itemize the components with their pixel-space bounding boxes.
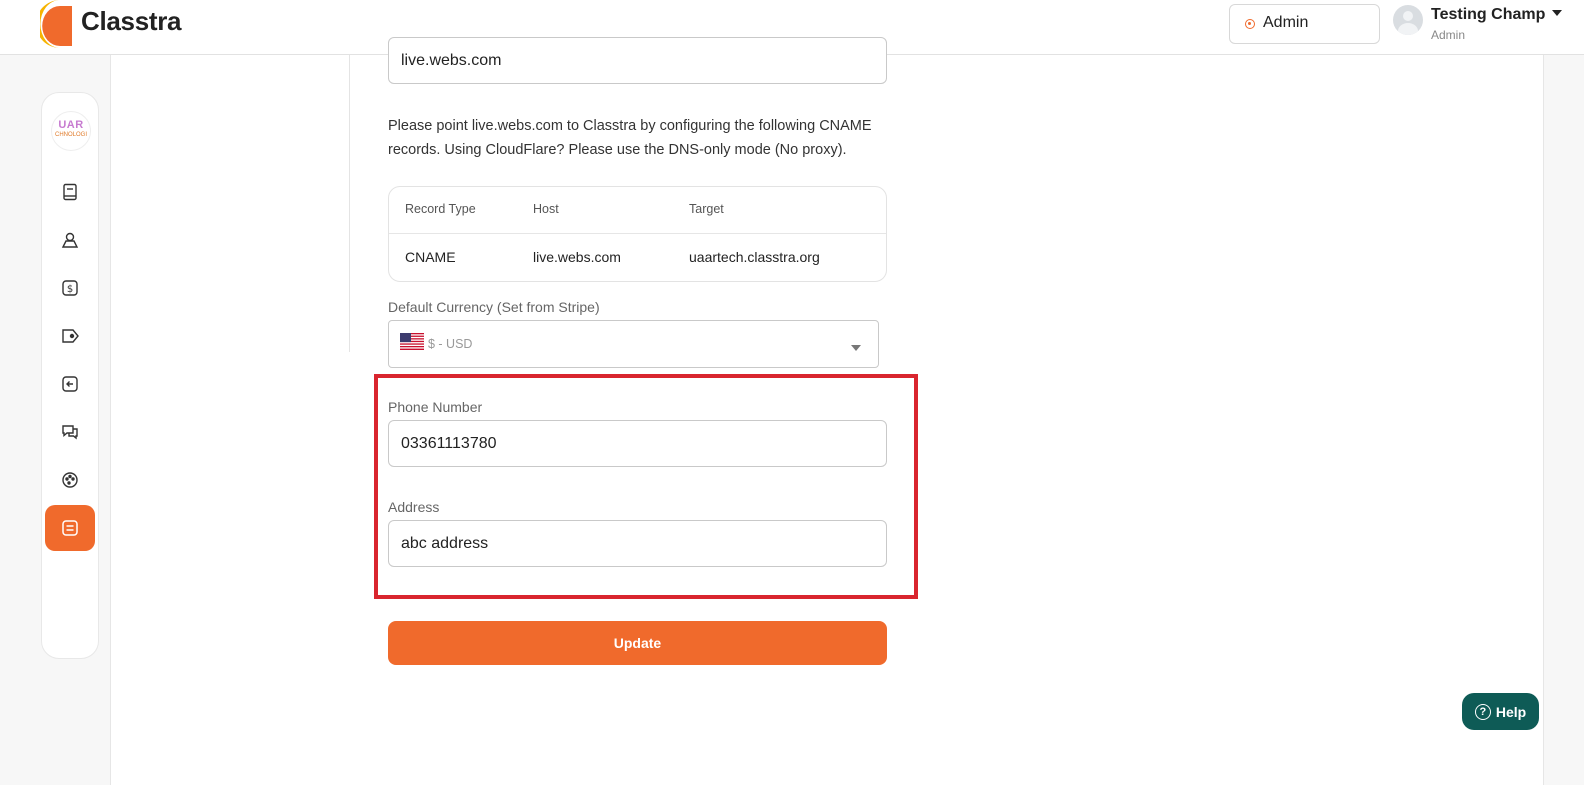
svg-text:$: $: [67, 284, 73, 295]
table-cell-record-type: CNAME: [405, 249, 456, 265]
sidebar-item-appearance[interactable]: [45, 457, 95, 503]
column-header-target: Target: [689, 202, 724, 216]
app-name[interactable]: Classtra: [81, 6, 182, 37]
settings-list-icon: [62, 520, 78, 536]
dns-records-table: Record Type Host Target CNAME live.webs.…: [388, 186, 887, 282]
users-icon: [61, 232, 79, 248]
table-cell-host: live.webs.com: [533, 249, 621, 265]
sidebar-item-settings[interactable]: [45, 505, 95, 551]
user-role: Admin: [1431, 28, 1466, 42]
column-header-record-type: Record Type: [405, 202, 476, 216]
role-switch-label: Admin: [1263, 14, 1309, 31]
currency-label: Default Currency (Set from Stripe): [388, 299, 600, 315]
chevron-down-icon: [851, 345, 861, 351]
avatar[interactable]: [1393, 5, 1423, 35]
table-cell-target: uaartech.classtra.org: [689, 249, 820, 265]
address-field[interactable]: abc address: [388, 520, 887, 567]
logout-icon: [62, 376, 78, 392]
cname-instructions: Please point live.webs.com to Classtra b…: [388, 118, 872, 158]
organization-logo[interactable]: UAR CHNOLOGI: [51, 111, 91, 151]
chevron-down-icon[interactable]: [1552, 10, 1562, 16]
sidebar-item-payments[interactable]: $: [45, 265, 95, 311]
phone-number-field[interactable]: 03361113780: [388, 420, 887, 467]
column-header-host: Host: [533, 202, 559, 216]
palette-icon: [62, 472, 78, 488]
address-value: abc address: [401, 534, 489, 552]
table-divider: [389, 233, 886, 234]
currency-value: $ - USD: [428, 337, 473, 351]
dollar-icon: $: [62, 280, 78, 296]
chat-icon: [62, 425, 78, 440]
help-button[interactable]: ? Help: [1462, 693, 1539, 730]
help-label: Help: [1495, 703, 1527, 720]
update-button[interactable]: Update: [388, 621, 887, 665]
currency-select[interactable]: $ - USD: [388, 320, 879, 368]
user-name[interactable]: Testing Champ: [1431, 6, 1545, 24]
page-background-right: [1544, 55, 1584, 785]
sidebar-item-courses[interactable]: [45, 169, 95, 215]
radio-dot-icon: [1245, 19, 1255, 29]
section-divider: [349, 55, 350, 352]
tag-icon: [62, 329, 79, 343]
sidebar-item-users[interactable]: [45, 217, 95, 263]
phone-label: Phone Number: [388, 399, 483, 415]
sidebar-item-coupons[interactable]: [45, 313, 95, 359]
role-switch-button[interactable]: Admin: [1229, 4, 1380, 44]
custom-domain-field[interactable]: live.webs.com: [388, 37, 887, 84]
address-label: Address: [388, 499, 440, 515]
us-flag-icon: [400, 333, 424, 350]
custom-domain-value: live.webs.com: [401, 51, 502, 69]
question-icon: ?: [1474, 703, 1491, 720]
sidebar-item-import[interactable]: [45, 361, 95, 407]
book-icon: [63, 183, 77, 201]
phone-number-value: 03361113780: [401, 434, 497, 452]
classtra-logo-icon[interactable]: [40, 0, 74, 48]
sidebar: UAR CHNOLOGI $: [41, 92, 99, 659]
sidebar-item-messages[interactable]: [45, 409, 95, 455]
